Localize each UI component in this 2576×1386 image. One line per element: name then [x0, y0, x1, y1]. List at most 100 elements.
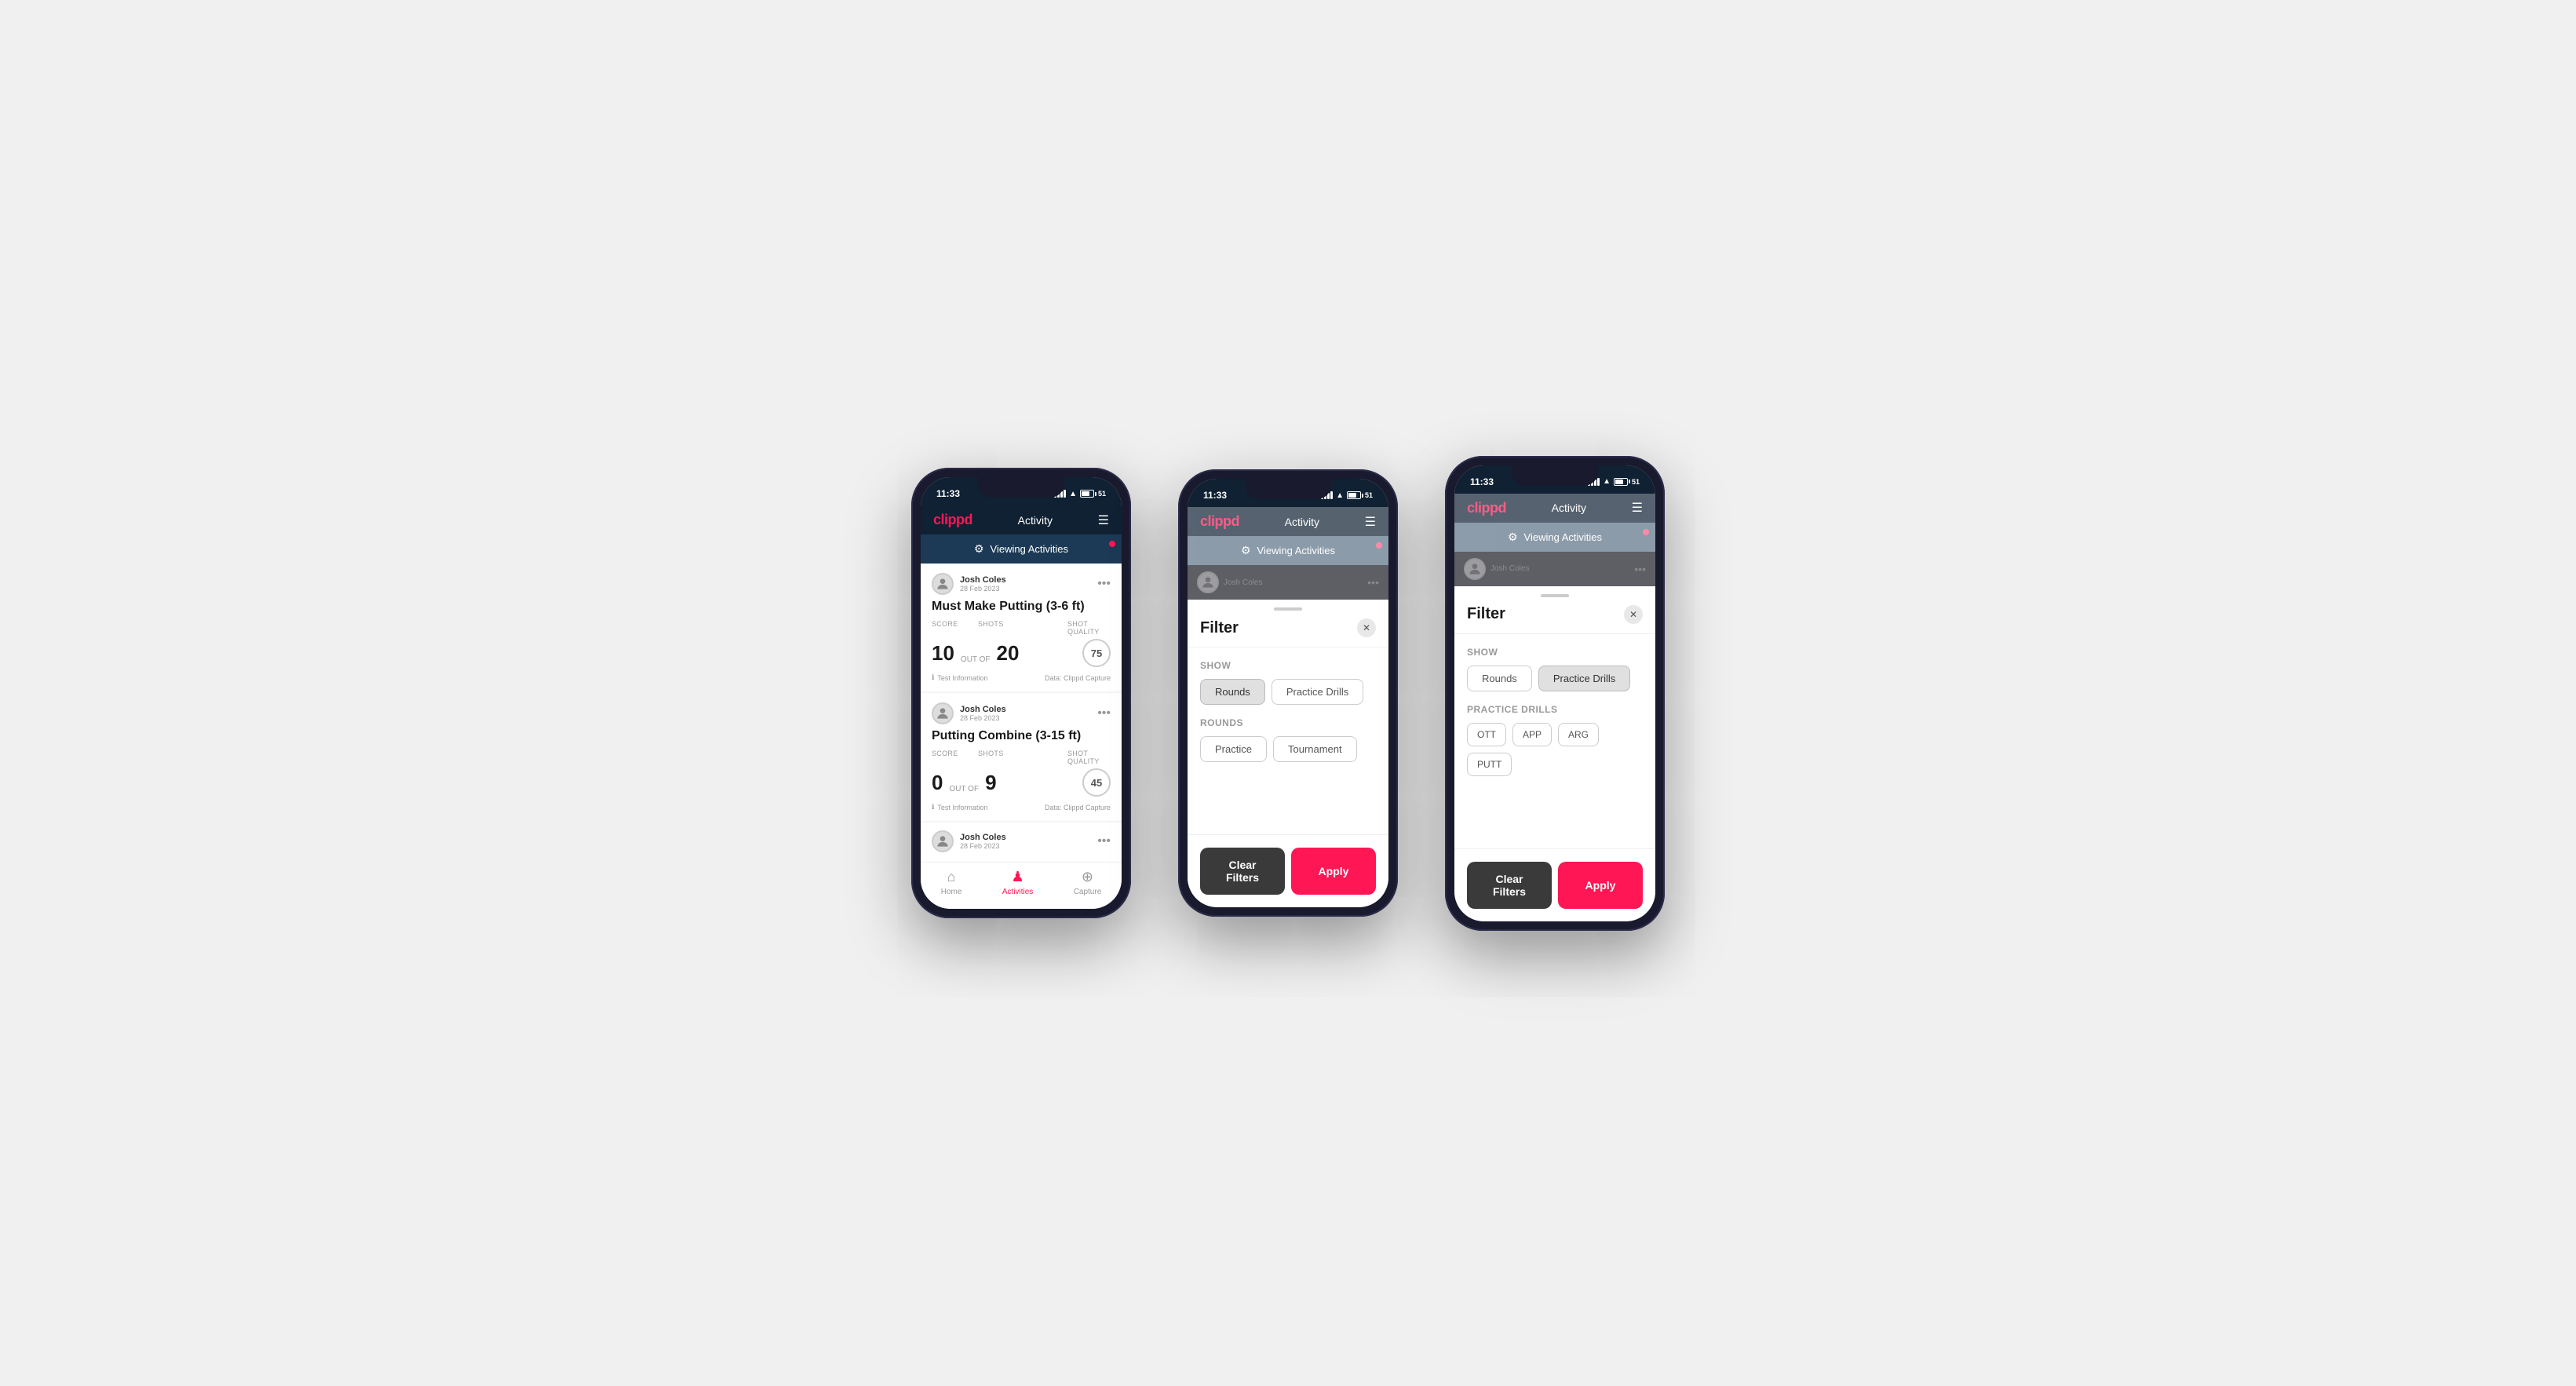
- dim-name-3: Josh Coles: [1491, 564, 1529, 573]
- app-header-1: clippd Activity ☰: [921, 505, 1122, 534]
- more-options-3[interactable]: •••: [1097, 834, 1111, 848]
- activity-card-2[interactable]: Josh Coles 28 Feb 2023 ••• Putting Combi…: [921, 693, 1122, 821]
- out-of-1: OUT OF: [961, 655, 991, 664]
- viewing-bar-1[interactable]: ⚙ Viewing Activities: [921, 534, 1122, 564]
- pill-rounds-3[interactable]: Rounds: [1467, 666, 1532, 691]
- show-pills-3: Rounds Practice Drills: [1467, 666, 1643, 691]
- dim-user-2: Josh Coles: [1224, 578, 1262, 587]
- phone-2: 11:33 ▲ 51 clippd Activity ☰: [1178, 469, 1398, 917]
- user-details-1: Josh Coles 28 Feb 2023: [960, 575, 1006, 593]
- app-header-3: clippd Activity ☰: [1454, 494, 1655, 523]
- clear-filters-button-3[interactable]: Clear Filters: [1467, 862, 1552, 909]
- data-source-2: Data: Clippd Capture: [1045, 804, 1111, 812]
- score-value-1: 10: [932, 641, 954, 666]
- pill-app-3[interactable]: APP: [1512, 723, 1552, 746]
- battery-2: 51: [1347, 491, 1373, 499]
- sheet-footer-3: Clear Filters Apply: [1454, 848, 1655, 921]
- user-name-2: Josh Coles: [960, 705, 1006, 714]
- logo-3: clippd: [1467, 500, 1506, 516]
- nav-activities-1[interactable]: ♟ Activities: [1002, 869, 1033, 896]
- menu-icon-2: ☰: [1365, 514, 1376, 530]
- notification-dot-1: [1109, 541, 1115, 547]
- sq-label-1: Shot Quality: [1067, 620, 1111, 636]
- nav-capture-1[interactable]: ⊕ Capture: [1074, 869, 1102, 896]
- wifi-icon-3: ▲: [1603, 477, 1611, 486]
- avatar-1: [932, 573, 954, 595]
- user-details-3: Josh Coles 28 Feb 2023: [960, 833, 1006, 850]
- shots-value-2: 9: [985, 771, 996, 795]
- practice-drills-label-3: Practice Drills: [1467, 704, 1643, 715]
- rounds-label-2: Rounds: [1200, 717, 1376, 728]
- pill-practice-drills-3[interactable]: Practice Drills: [1538, 666, 1630, 691]
- bottom-nav-1: ⌂ Home ♟ Activities ⊕ Capture: [921, 862, 1122, 909]
- filter-icon-1: ⚙: [974, 542, 984, 556]
- dim-user-3: Josh Coles: [1491, 564, 1529, 573]
- clear-filters-button-2[interactable]: Clear Filters: [1200, 848, 1285, 895]
- apply-button-3[interactable]: Apply: [1558, 862, 1643, 909]
- pill-practice-2[interactable]: Practice: [1200, 736, 1267, 762]
- apply-button-2[interactable]: Apply: [1291, 848, 1376, 895]
- pill-tournament-2[interactable]: Tournament: [1273, 736, 1357, 762]
- pill-practice-drills-2[interactable]: Practice Drills: [1272, 679, 1363, 705]
- activity-card-3[interactable]: Josh Coles 28 Feb 2023 •••: [921, 822, 1122, 860]
- card-stats-2: 0 OUT OF 9 45: [932, 768, 1111, 797]
- filter-title-2: Filter: [1200, 619, 1239, 637]
- phone-2-screen: 11:33 ▲ 51 clippd Activity ☰: [1188, 479, 1388, 907]
- notch-3: [1512, 465, 1598, 486]
- show-label-3: Show: [1467, 647, 1643, 658]
- notch-2: [1245, 479, 1331, 499]
- avatar-dim-3: [1464, 558, 1486, 580]
- activities-icon: ♟: [1011, 869, 1023, 885]
- nav-home-1[interactable]: ⌂ Home: [941, 869, 962, 896]
- menu-icon-1[interactable]: ☰: [1098, 512, 1109, 528]
- dim-card-stub-2: Josh Coles •••: [1197, 571, 1379, 593]
- activity-card-1[interactable]: Josh Coles 28 Feb 2023 ••• Must Make Put…: [921, 564, 1122, 691]
- dim-name-2: Josh Coles: [1224, 578, 1262, 587]
- rounds-pills-2: Practice Tournament: [1200, 736, 1376, 762]
- notch-1: [978, 477, 1064, 498]
- time-1: 11:33: [936, 488, 960, 499]
- sheet-footer-2: Clear Filters Apply: [1188, 834, 1388, 907]
- phone-3: 11:33 ▲ 51 clippd Activity ☰: [1445, 456, 1665, 931]
- avatar-dim-2: [1197, 571, 1219, 593]
- card-title-1: Must Make Putting (3-6 ft): [932, 600, 1111, 614]
- more-options-2[interactable]: •••: [1097, 706, 1111, 720]
- pill-putt-3[interactable]: PUTT: [1467, 753, 1512, 776]
- shot-quality-badge-2: 45: [1082, 768, 1111, 797]
- shots-label-1: Shots: [978, 620, 1064, 628]
- page-title-3: Activity: [1552, 502, 1586, 514]
- close-button-3[interactable]: ✕: [1624, 605, 1643, 624]
- wifi-icon-2: ▲: [1336, 491, 1344, 500]
- show-label-2: Show: [1200, 660, 1376, 671]
- wifi-icon: ▲: [1069, 490, 1077, 498]
- handle-row-3: [1454, 586, 1655, 602]
- viewing-bar-2: ⚙ Viewing Activities: [1188, 536, 1388, 565]
- card-footer-1: ℹ Test Information Data: Clippd Capture: [932, 673, 1111, 682]
- user-details-2: Josh Coles 28 Feb 2023: [960, 705, 1006, 722]
- menu-icon-3: ☰: [1632, 500, 1643, 516]
- scene: 11:33 ▲ 51 clippd Activity ☰: [864, 409, 1712, 978]
- logo-2: clippd: [1200, 513, 1239, 530]
- card-footer-2: ℹ Test Information Data: Clippd Capture: [932, 803, 1111, 812]
- pill-arg-3[interactable]: ARG: [1558, 723, 1599, 746]
- sheet-handle-2: [1274, 607, 1302, 611]
- card-header-1: Josh Coles 28 Feb 2023 •••: [932, 573, 1111, 595]
- pill-ott-3[interactable]: OTT: [1467, 723, 1506, 746]
- filter-sheet-2: Filter ✕ Show Rounds Practice Drills Rou…: [1188, 600, 1388, 907]
- user-name-3: Josh Coles: [960, 833, 1006, 842]
- sheet-handle-3: [1541, 594, 1569, 597]
- user-name-1: Josh Coles: [960, 575, 1006, 585]
- battery-icon: 51: [1080, 490, 1106, 498]
- capture-icon: ⊕: [1082, 869, 1093, 885]
- dim-dots-3: •••: [1634, 563, 1646, 575]
- pill-rounds-2[interactable]: Rounds: [1200, 679, 1265, 705]
- dim-dots-2: •••: [1367, 576, 1379, 589]
- close-button-2[interactable]: ✕: [1357, 618, 1376, 637]
- more-options-1[interactable]: •••: [1097, 577, 1111, 591]
- phone-1: 11:33 ▲ 51 clippd Activity ☰: [911, 468, 1131, 918]
- filter-icon-3: ⚙: [1508, 531, 1518, 544]
- user-date-3: 28 Feb 2023: [960, 842, 1006, 850]
- time-2: 11:33: [1203, 490, 1227, 501]
- dim-overlay-3: Josh Coles •••: [1454, 552, 1655, 586]
- app-header-2: clippd Activity ☰: [1188, 507, 1388, 536]
